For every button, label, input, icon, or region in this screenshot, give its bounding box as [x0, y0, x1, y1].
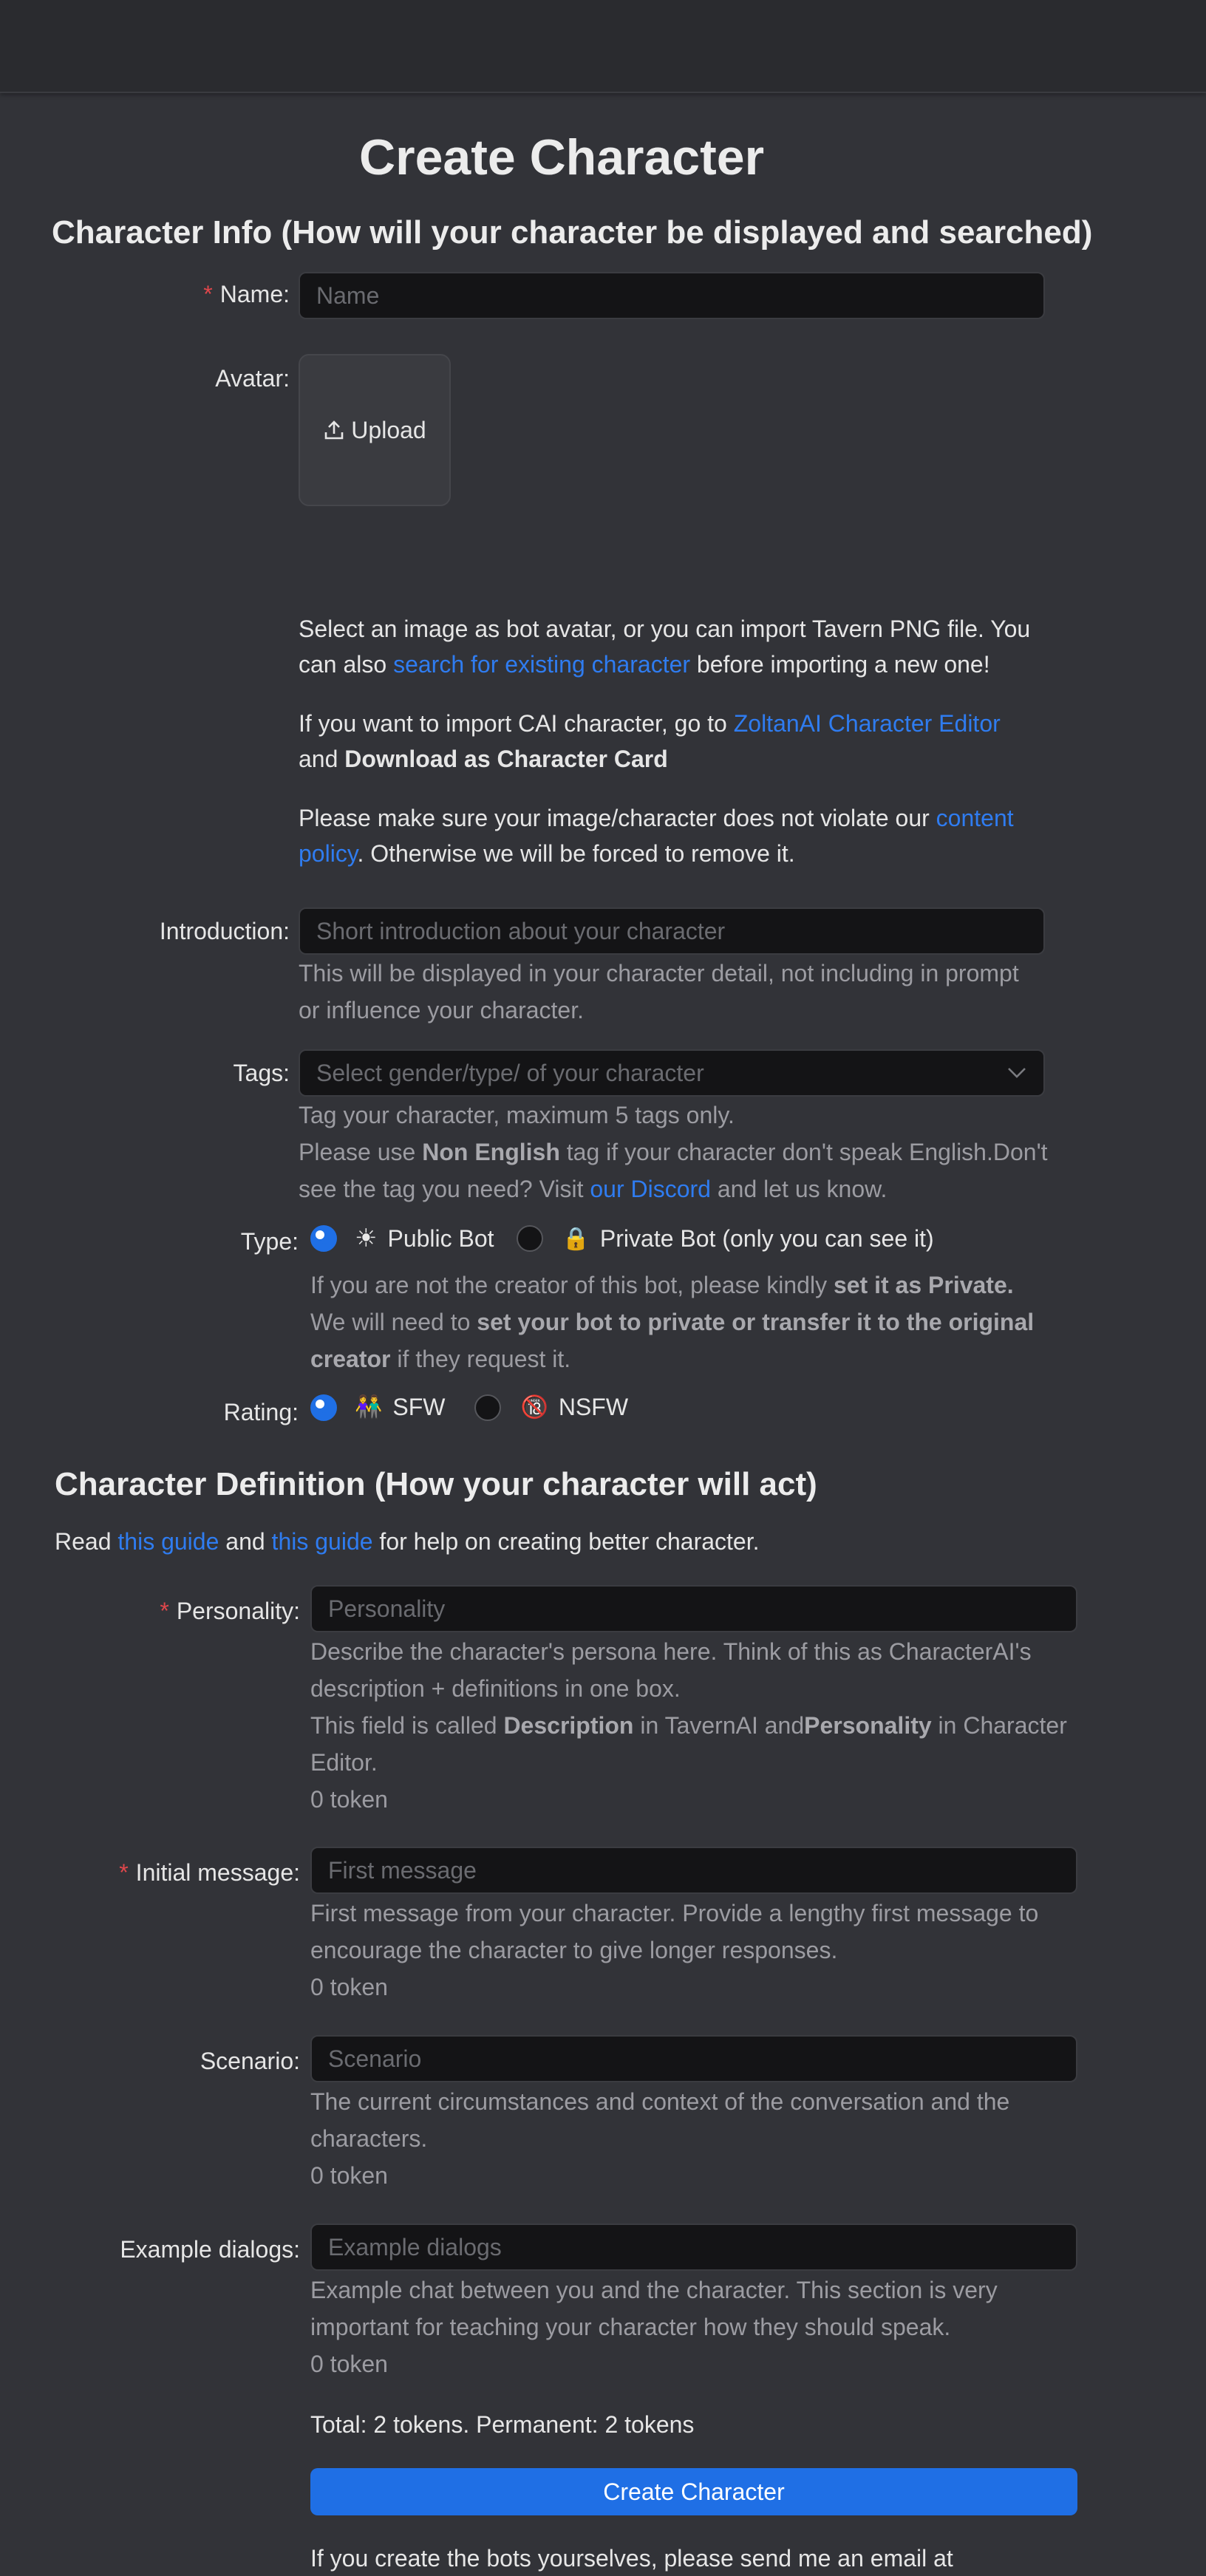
- tags-help: Tag your character, maximum 5 tags only.…: [299, 1102, 1048, 1202]
- sun-icon: ☀: [355, 1224, 378, 1253]
- name-label: * Name:: [203, 281, 290, 307]
- avatar-help-3: Please make sure your image/character do…: [299, 805, 1014, 867]
- avatar-help-1: Select an image as bot avatar, or you ca…: [299, 616, 1031, 678]
- type-radio-group: ☀ Public Bot 🔒 Private Bot (only you can…: [310, 1224, 934, 1253]
- avatar-help-2: If you want to import CAI character, go …: [299, 710, 1001, 772]
- guide-link-2[interactable]: this guide: [272, 1528, 373, 1555]
- initial-message-help: First message from your character. Provi…: [310, 1895, 1138, 2006]
- example-dialogs-help: Example chat between you and the charact…: [310, 2272, 1138, 2382]
- personality-help: Describe the character's persona here. T…: [310, 1633, 1138, 1818]
- content-policy-link-2[interactable]: policy: [299, 840, 357, 867]
- definition-guide-text: Read this guide and this guide for help …: [55, 1528, 760, 1555]
- introduction-label: Introduction:: [159, 918, 290, 944]
- upload-label: Upload: [351, 416, 426, 443]
- rating-nsfw-label[interactable]: NSFW: [559, 1394, 628, 1421]
- lock-icon: 🔒: [562, 1226, 590, 1251]
- personality-label: * Personality:: [160, 1598, 300, 1624]
- type-public-label[interactable]: Public Bot: [387, 1225, 494, 1253]
- type-public-radio[interactable]: [310, 1225, 337, 1252]
- avatar-label: Avatar:: [215, 365, 290, 392]
- scenario-token-count: 0 token: [310, 2162, 388, 2189]
- type-private-radio[interactable]: [516, 1225, 543, 1252]
- upload-icon: [324, 420, 344, 440]
- create-character-button[interactable]: Create Character: [310, 2468, 1077, 2515]
- initial-message-input[interactable]: First message: [310, 1847, 1077, 1894]
- tags-select[interactable]: Select gender/type/ of your character: [299, 1049, 1045, 1097]
- personality-input[interactable]: Personality: [310, 1585, 1077, 1632]
- info-section-heading: Character Info (How will your character …: [52, 214, 1093, 251]
- scenario-input[interactable]: Scenario: [310, 2035, 1077, 2082]
- content-policy-link[interactable]: content: [936, 805, 1014, 831]
- search-existing-link[interactable]: search for existing character: [393, 651, 690, 678]
- no-adult-icon: 🔞: [520, 1395, 548, 1420]
- definition-section-heading: Character Definition (How your character…: [55, 1466, 817, 1502]
- scenario-help: The current circumstances and context of…: [310, 2083, 1138, 2194]
- initial-message-label: * Initial message:: [119, 1859, 300, 1886]
- guide-link-1[interactable]: this guide: [117, 1528, 219, 1555]
- footer-note: If you create the bots yourselves, pleas…: [310, 2545, 953, 2572]
- example-dialogs-label: Example dialogs:: [120, 2236, 300, 2263]
- tags-label: Tags:: [233, 1060, 290, 1086]
- top-navbar: [0, 0, 1206, 93]
- name-input[interactable]: Name: [299, 272, 1045, 319]
- rating-nsfw-radio[interactable]: [474, 1394, 502, 1421]
- example-dialogs-input[interactable]: Example dialogs: [310, 2224, 1077, 2271]
- type-help: If you are not the creator of this bot, …: [310, 1272, 1035, 1372]
- example-dialogs-token-count: 0 token: [310, 2351, 388, 2377]
- scenario-label: Scenario:: [200, 2048, 300, 2074]
- rating-label: Rating:: [223, 1399, 299, 1425]
- people-icon: 👫: [355, 1395, 383, 1420]
- type-label: Type:: [240, 1228, 299, 1255]
- zoltanai-editor-link[interactable]: ZoltanAI Character Editor: [734, 710, 1001, 737]
- discord-link[interactable]: our Discord: [590, 1176, 711, 1202]
- initial-message-token-count: 0 token: [310, 1974, 388, 2000]
- chevron-down-icon: [1008, 1068, 1026, 1078]
- token-totals: Total: 2 tokens. Permanent: 2 tokens: [310, 2411, 695, 2438]
- introduction-help: This will be displayed in your character…: [299, 960, 1019, 1023]
- page-title: Create Character: [359, 129, 765, 185]
- rating-sfw-radio[interactable]: [310, 1394, 337, 1421]
- rating-radio-group: 👫 SFW 🔞 NSFW: [310, 1394, 628, 1421]
- introduction-input[interactable]: Short introduction about your character: [299, 907, 1045, 955]
- rating-sfw-label[interactable]: SFW: [392, 1394, 445, 1421]
- avatar-upload-button[interactable]: Upload: [299, 354, 451, 506]
- type-private-label[interactable]: Private Bot (only you can see it): [600, 1225, 934, 1253]
- personality-token-count: 0 token: [310, 1786, 388, 1813]
